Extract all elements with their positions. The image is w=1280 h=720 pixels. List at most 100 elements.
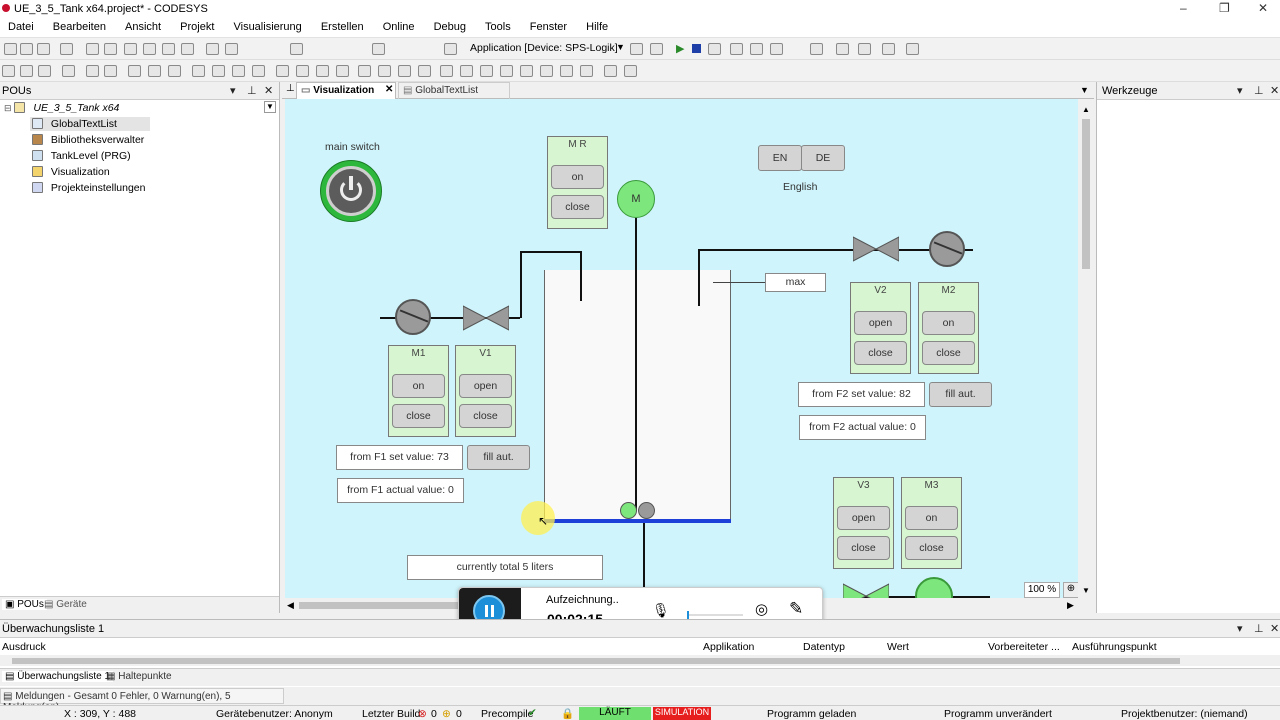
- close-icon[interactable]: ✕: [1258, 1, 1268, 15]
- ungroup-icon[interactable]: [104, 65, 117, 77]
- watch-hscroll-thumb[interactable]: [12, 658, 1180, 664]
- snap-icon[interactable]: [336, 65, 349, 77]
- background-icon[interactable]: [500, 65, 513, 77]
- align-right-icon[interactable]: [38, 65, 51, 77]
- login-icon[interactable]: [630, 43, 643, 55]
- col-ausdruck[interactable]: Ausdruck: [2, 641, 46, 653]
- panel-menu-icon[interactable]: ▾: [230, 84, 236, 97]
- minimize-icon[interactable]: –: [1180, 1, 1187, 15]
- menu-projekt[interactable]: Projekt: [172, 18, 222, 33]
- same-width-icon[interactable]: [252, 65, 265, 77]
- step-over-icon[interactable]: [730, 43, 743, 55]
- f2-fill-auto-button[interactable]: fill aut.: [929, 382, 992, 407]
- col-wert[interactable]: Wert: [887, 641, 909, 653]
- cut-icon[interactable]: [124, 43, 137, 55]
- lang-en-button[interactable]: EN: [758, 145, 802, 171]
- stirrer-motor[interactable]: M: [617, 180, 655, 218]
- write-values-icon[interactable]: [836, 43, 849, 55]
- replace-icon[interactable]: [225, 43, 238, 55]
- build-icon[interactable]: [372, 43, 385, 55]
- lang-de-button[interactable]: DE: [801, 145, 845, 171]
- grid-icon[interactable]: [316, 65, 329, 77]
- tree-item-visualization[interactable]: Visualization: [32, 166, 110, 178]
- tools-close-icon[interactable]: ✕: [1270, 84, 1279, 97]
- same-height-icon[interactable]: [276, 65, 289, 77]
- logout-icon[interactable]: [650, 43, 663, 55]
- m2-close-button[interactable]: close: [922, 341, 975, 365]
- f1-fill-auto-button[interactable]: fill aut.: [467, 445, 530, 470]
- paste-icon[interactable]: [162, 43, 175, 55]
- edit-icon[interactable]: [906, 43, 919, 55]
- distribute-icon[interactable]: [168, 65, 181, 77]
- scroll-up-icon[interactable]: ▲: [1082, 105, 1090, 114]
- rectangle-icon[interactable]: [62, 65, 75, 77]
- redo-icon[interactable]: [104, 43, 117, 55]
- step-into-icon[interactable]: [750, 43, 763, 55]
- v3-close-button[interactable]: close: [837, 536, 890, 560]
- zoom-icon[interactable]: ⊕: [1063, 582, 1078, 598]
- menu-ansicht[interactable]: Ansicht: [117, 18, 169, 33]
- vertical-scroll-thumb[interactable]: [1082, 119, 1090, 269]
- mr-on-button[interactable]: on: [551, 165, 604, 189]
- application-selector[interactable]: Application [Device: SPS-Logik]: [470, 42, 618, 54]
- tools-pin-icon[interactable]: ⊥: [1254, 84, 1264, 97]
- close-panel-icon[interactable]: ✕: [264, 84, 273, 97]
- v3-open-button[interactable]: open: [837, 506, 890, 530]
- backward-icon[interactable]: [580, 65, 593, 77]
- tab-list-dropdown-icon[interactable]: ▼: [1080, 85, 1089, 95]
- m3-close-button[interactable]: close: [905, 536, 958, 560]
- f1-set-value-field[interactable]: from F1 set value: 73: [336, 445, 463, 470]
- lock-icon[interactable]: [604, 65, 617, 77]
- bookmark-icon[interactable]: [290, 43, 303, 55]
- start-icon[interactable]: ▶: [676, 42, 684, 55]
- find-icon[interactable]: [206, 43, 219, 55]
- menu-fenster[interactable]: Fenster: [522, 18, 575, 33]
- maximize-icon[interactable]: ❐: [1219, 1, 1230, 15]
- v2-close-button[interactable]: close: [854, 341, 907, 365]
- front-icon[interactable]: [128, 65, 141, 77]
- unforce-icon[interactable]: [882, 43, 895, 55]
- pen-icon[interactable]: ✎: [789, 599, 803, 619]
- align-left-icon[interactable]: [2, 65, 15, 77]
- undo-icon[interactable]: [86, 43, 99, 55]
- pump-m3[interactable]: [915, 577, 953, 598]
- open-icon[interactable]: [20, 43, 33, 55]
- scroll-right-icon[interactable]: ▶: [1067, 600, 1074, 611]
- scroll-down-icon[interactable]: ▼: [1082, 586, 1090, 595]
- volume-slider[interactable]: [687, 611, 743, 619]
- back-icon[interactable]: [148, 65, 161, 77]
- center-h-icon[interactable]: [398, 65, 411, 77]
- pump-m1[interactable]: [395, 299, 431, 335]
- m2-on-button[interactable]: on: [922, 311, 975, 335]
- col-applikation[interactable]: Applikation: [703, 641, 754, 653]
- m3-on-button[interactable]: on: [905, 506, 958, 530]
- valve-v3[interactable]: [843, 583, 889, 598]
- force-icon[interactable]: [858, 43, 871, 55]
- valve-v1[interactable]: [463, 305, 509, 331]
- zoom-level[interactable]: 100 %: [1024, 582, 1060, 598]
- tree-root[interactable]: ⊟ UE_3_5_Tank x64: [4, 102, 119, 114]
- v1-close-button[interactable]: close: [459, 404, 512, 428]
- compile-icon[interactable]: [444, 43, 457, 55]
- bring-front-icon[interactable]: [520, 65, 533, 77]
- new-icon[interactable]: [4, 43, 17, 55]
- microphone-icon[interactable]: 🎙: [652, 602, 670, 619]
- print-icon[interactable]: [60, 43, 73, 55]
- main-switch-button[interactable]: [320, 160, 382, 222]
- tab-pous[interactable]: ▣ POUs: [2, 599, 47, 610]
- tree-item-tanklevel[interactable]: TankLevel (PRG): [32, 150, 131, 162]
- layout-icon[interactable]: [480, 65, 493, 77]
- delete-icon[interactable]: [181, 43, 194, 55]
- forward-icon[interactable]: [560, 65, 573, 77]
- frame-icon[interactable]: [440, 65, 453, 77]
- tab-watchlist[interactable]: ▤ Überwachungsliste 1: [2, 671, 114, 682]
- collapse-icon[interactable]: ⊟: [4, 103, 12, 113]
- watch-hscroll[interactable]: [0, 655, 1280, 666]
- center-v-icon[interactable]: [418, 65, 431, 77]
- dropdown-icon[interactable]: ▼: [616, 42, 625, 52]
- same-size-icon[interactable]: [296, 65, 309, 77]
- f2-set-value-field[interactable]: from F2 set value: 82: [798, 382, 925, 407]
- watch-menu-icon[interactable]: ▾: [1237, 622, 1243, 635]
- horizontal-scroll-thumb[interactable]: [299, 602, 469, 609]
- menu-bearbeiten[interactable]: Bearbeiten: [45, 18, 114, 33]
